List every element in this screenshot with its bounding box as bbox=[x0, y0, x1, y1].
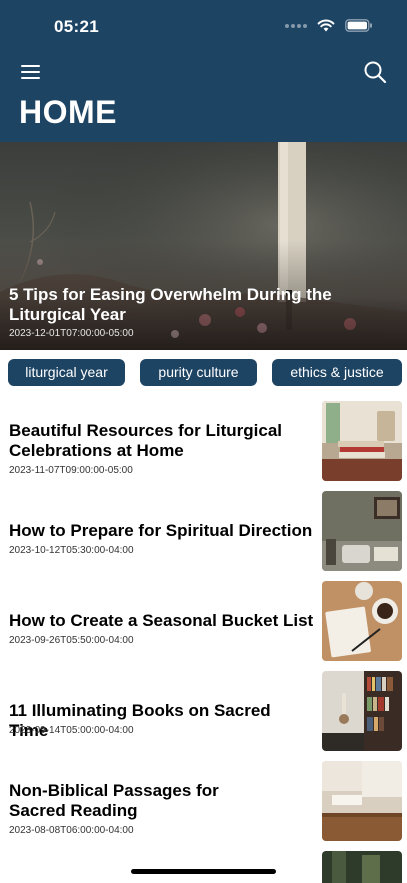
tag-bar: liturgical year purity culture ethics & … bbox=[8, 359, 402, 386]
cellular-signal-icon bbox=[285, 23, 307, 28]
status-icons bbox=[285, 19, 373, 32]
article-title[interactable]: How to Prepare for Spiritual Direction bbox=[9, 521, 314, 541]
featured-date: 2023-12-01T07:00:00-05:00 bbox=[9, 328, 134, 339]
article-date: 2023-11-07T09:00:00-05:00 bbox=[9, 465, 133, 476]
page-title: HOME bbox=[19, 94, 117, 130]
article-thumbnail bbox=[322, 761, 402, 841]
article-title[interactable]: How to Create a Seasonal Bucket List bbox=[9, 611, 314, 631]
app-header: 05:21 HOME bbox=[0, 0, 407, 142]
tag-chip[interactable]: purity culture bbox=[140, 359, 257, 386]
featured-title[interactable]: 5 Tips for Easing Overwhelm During the L… bbox=[9, 285, 369, 325]
article-thumbnail bbox=[322, 401, 402, 481]
article-thumbnail bbox=[322, 851, 402, 883]
article-title[interactable]: Non-Biblical Passages for Sacred Reading bbox=[9, 781, 239, 821]
home-indicator bbox=[131, 869, 276, 874]
article-item[interactable]: Non-Biblical Passages for Sacred Reading… bbox=[0, 760, 407, 842]
article-date: 2023-09-26T05:50:00-04:00 bbox=[9, 635, 134, 646]
status-time: 05:21 bbox=[54, 17, 99, 36]
wifi-icon bbox=[317, 19, 335, 32]
article-thumbnail bbox=[322, 581, 402, 661]
battery-icon bbox=[345, 19, 372, 32]
tag-chip[interactable]: liturgical year bbox=[8, 359, 125, 386]
article-date: 2023-08-08T06:00:00-04:00 bbox=[9, 825, 134, 836]
article-date: 2023-09-14T05:00:00-04:00 bbox=[9, 725, 134, 736]
article-thumbnail bbox=[322, 671, 402, 751]
article-item[interactable] bbox=[0, 850, 407, 883]
article-item[interactable]: 11 Illuminating Books on Sacred Time 202… bbox=[0, 670, 407, 752]
article-item[interactable]: Beautiful Resources for Liturgical Celeb… bbox=[0, 400, 407, 482]
article-title[interactable]: Beautiful Resources for Liturgical Celeb… bbox=[9, 421, 314, 461]
featured-article[interactable]: 5 Tips for Easing Overwhelm During the L… bbox=[0, 142, 407, 350]
article-date: 2023-10-12T05:30:00-04:00 bbox=[9, 545, 134, 556]
article-item[interactable]: How to Prepare for Spiritual Direction 2… bbox=[0, 490, 407, 572]
tag-chip[interactable]: ethics & justice bbox=[272, 359, 402, 386]
search-icon[interactable] bbox=[363, 60, 387, 84]
article-thumbnail bbox=[322, 491, 402, 571]
article-item[interactable]: How to Create a Seasonal Bucket List 202… bbox=[0, 580, 407, 662]
hamburger-menu-icon[interactable] bbox=[20, 62, 42, 82]
